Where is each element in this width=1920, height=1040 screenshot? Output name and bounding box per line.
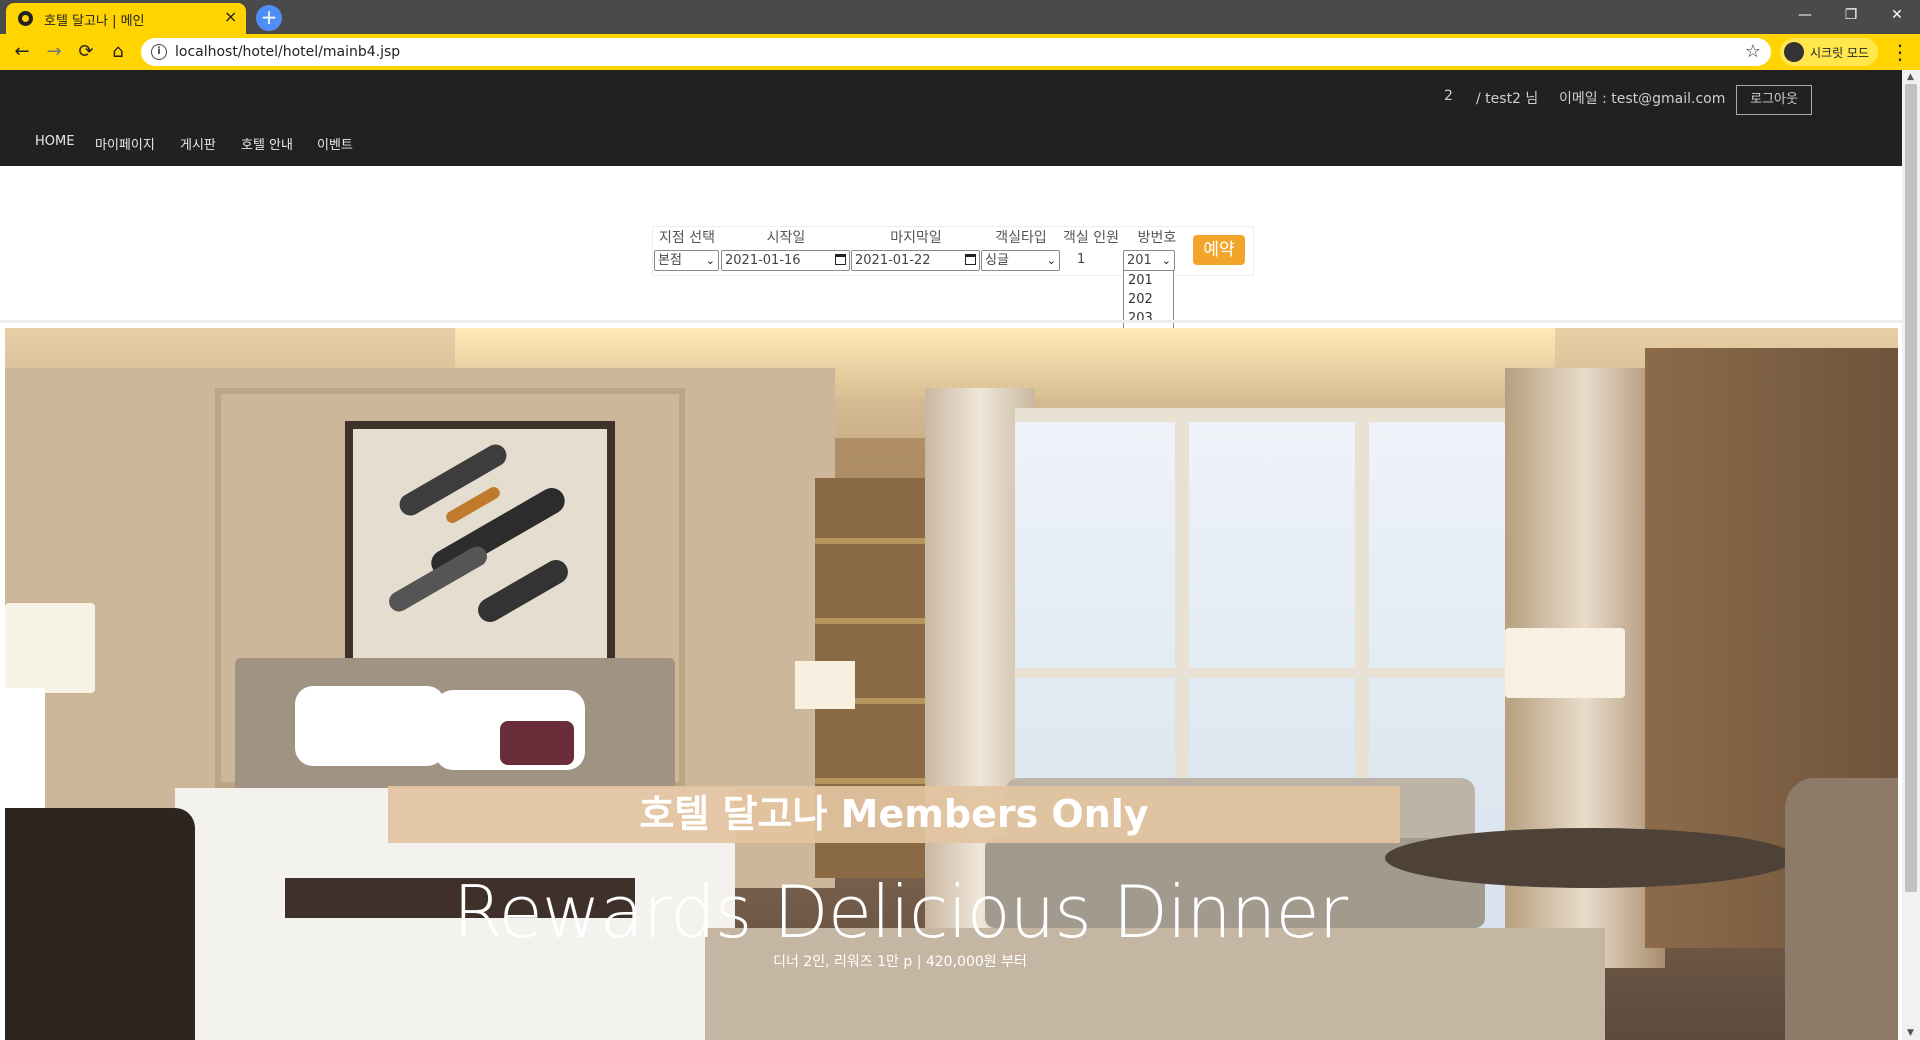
hero-lamp-left xyxy=(5,603,95,693)
reservation-form: 지점 선택 시작일 마지막일 객실타입 객실 인원 방번호 본점 ⌄ 2021-… xyxy=(652,226,1254,276)
nav-item-mypage[interactable]: 마이페이지 xyxy=(95,134,155,153)
nav-item-hotel-info[interactable]: 호텔 안내 xyxy=(241,134,293,153)
user-email: 이메일 : test@gmail.com xyxy=(1559,91,1726,107)
home-icon[interactable]: ⌂ xyxy=(106,40,130,64)
hero-subtitle: 디너 2인, 리워즈 1만 p | 420,000원 부터 xyxy=(773,954,1027,970)
end-date-input[interactable]: 2021-01-22 xyxy=(851,250,980,271)
start-date-label: 시작일 xyxy=(766,230,806,246)
hero-chair xyxy=(1785,778,1898,1040)
nav-item-events[interactable]: 이벤트 xyxy=(317,134,353,153)
room-option[interactable]: 201 xyxy=(1124,271,1173,290)
close-window-button[interactable]: ✕ xyxy=(1874,0,1920,30)
hero-pillow xyxy=(295,686,445,766)
browser-tab-bar: 호텔 달고나 | 메인 × + — ❐ ✕ xyxy=(0,0,1920,34)
site-header: 2 / test2 님 이메일 : test@gmail.com 로그아웃 HO… xyxy=(0,70,1902,166)
browser-tab[interactable]: 호텔 달고나 | 메인 × xyxy=(6,3,246,34)
hero-lamp-mid xyxy=(795,661,855,709)
restore-button[interactable]: ❐ xyxy=(1828,0,1874,30)
room-option[interactable]: 202 xyxy=(1124,290,1173,309)
hero-title: Rewards Delicious Dinner xyxy=(452,870,1349,954)
reload-icon[interactable]: ⟳ xyxy=(74,40,98,64)
bookmark-star-icon[interactable]: ☆ xyxy=(1745,41,1761,62)
members-only-heading: 호텔 달고나 Members Only xyxy=(639,792,1149,836)
branch-value: 본점 xyxy=(658,253,682,268)
guests-label: 객실 인원 xyxy=(1063,230,1119,246)
room-type-select[interactable]: 싱글 ⌄ xyxy=(981,250,1060,271)
url-text[interactable]: localhost/hotel/hotel/mainb4.jsp xyxy=(175,44,400,60)
tab-title: 호텔 달고나 | 메인 xyxy=(44,14,145,29)
user-name: / test2 님 xyxy=(1476,91,1539,107)
room-number-select[interactable]: 201 ⌄ xyxy=(1123,250,1175,271)
chevron-down-icon: ⌄ xyxy=(1161,254,1171,267)
minimize-button[interactable]: — xyxy=(1782,0,1828,30)
hero-painting xyxy=(345,421,615,671)
new-tab-button[interactable]: + xyxy=(256,5,282,31)
branch-label: 지점 선택 xyxy=(659,230,715,246)
guests-input[interactable]: 1 xyxy=(1077,252,1085,267)
browser-menu-icon[interactable]: ⋮ xyxy=(1890,40,1910,64)
scrollbar-thumb[interactable] xyxy=(1905,84,1917,892)
start-date-value: 2021-01-16 xyxy=(725,253,801,268)
chevron-down-icon: ⌄ xyxy=(1046,254,1056,267)
section-divider xyxy=(0,320,1902,323)
reserve-button[interactable]: 예약 xyxy=(1193,235,1245,265)
scroll-down-icon[interactable]: ▼ xyxy=(1907,1028,1914,1038)
site-info-icon[interactable]: i xyxy=(151,44,167,60)
incognito-profile-button[interactable]: 시크릿 모드 xyxy=(1780,38,1878,66)
branch-select[interactable]: 본점 ⌄ xyxy=(654,250,719,271)
scroll-up-icon[interactable]: ▲ xyxy=(1907,72,1914,82)
address-bar[interactable]: i localhost/hotel/hotel/mainb4.jsp ☆ xyxy=(141,38,1771,66)
browser-toolbar: ← → ⟳ ⌂ i localhost/hotel/hotel/mainb4.j… xyxy=(0,34,1920,70)
room-type-value: 싱글 xyxy=(985,253,1009,268)
room-type-label: 객실타입 xyxy=(995,230,1047,246)
end-date-label: 마지막일 xyxy=(890,230,942,246)
site-favicon-icon xyxy=(18,11,33,26)
hero-cushion xyxy=(500,721,574,765)
end-date-value: 2021-01-22 xyxy=(855,253,931,268)
room-number-label: 방번호 xyxy=(1137,230,1177,246)
logout-button[interactable]: 로그아웃 xyxy=(1736,85,1812,115)
hero-floor-lamp xyxy=(1505,628,1625,698)
calendar-icon[interactable] xyxy=(965,254,976,265)
nav-item-board[interactable]: 게시판 xyxy=(180,134,216,153)
tab-close-icon[interactable]: × xyxy=(224,7,237,26)
room-number-value: 201 xyxy=(1127,253,1152,268)
user-number: 2 xyxy=(1444,88,1453,104)
profile-label: 시크릿 모드 xyxy=(1810,46,1870,60)
forward-arrow-icon[interactable]: → xyxy=(42,40,66,64)
chevron-down-icon: ⌄ xyxy=(705,254,715,267)
back-arrow-icon[interactable]: ← xyxy=(10,40,34,64)
start-date-input[interactable]: 2021-01-16 xyxy=(721,250,850,271)
calendar-icon[interactable] xyxy=(835,254,846,265)
page-scrollbar[interactable]: ▲ ▼ xyxy=(1902,70,1920,1040)
room-option[interactable]: 203 xyxy=(1124,309,1173,328)
nav-item-home[interactable]: HOME xyxy=(35,134,74,149)
incognito-icon xyxy=(1784,42,1804,62)
